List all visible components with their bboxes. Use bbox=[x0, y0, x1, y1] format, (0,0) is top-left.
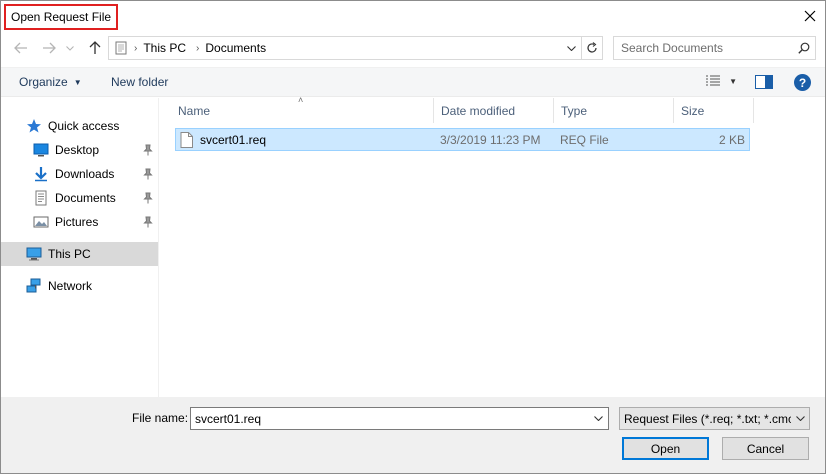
preview-pane-button[interactable] bbox=[755, 75, 773, 92]
new-folder-label: New folder bbox=[111, 75, 169, 89]
recent-locations-button[interactable] bbox=[63, 38, 77, 58]
search-box[interactable]: Search Documents bbox=[613, 36, 816, 60]
sidebar-item-label: Quick access bbox=[48, 119, 120, 133]
open-button[interactable]: Open bbox=[622, 437, 709, 460]
sidebar-item-label: Pictures bbox=[55, 215, 99, 229]
open-file-dialog: Open Request File › This PC › Documents bbox=[0, 0, 826, 474]
file-name-input[interactable]: svcert01.req bbox=[191, 412, 588, 426]
close-icon bbox=[804, 10, 816, 22]
sidebar-item-network[interactable]: Network bbox=[1, 274, 158, 298]
preview-pane-icon bbox=[755, 75, 773, 89]
sidebar-item-label: This PC bbox=[48, 247, 91, 261]
sidebar-item-desktop[interactable]: Desktop bbox=[1, 138, 158, 162]
sidebar-item-label: Network bbox=[48, 279, 93, 293]
file-name-combobox[interactable]: svcert01.req bbox=[190, 407, 609, 430]
question-mark-icon: ? bbox=[798, 75, 807, 90]
sidebar-item-downloads[interactable]: Downloads bbox=[1, 162, 158, 186]
breadcrumb-separator-icon: › bbox=[196, 42, 200, 54]
arrow-right-icon bbox=[43, 42, 56, 54]
title-bar: Open Request File bbox=[1, 1, 825, 31]
navigation-pane: Quick access Desktop Downloads Documents… bbox=[1, 98, 159, 397]
column-header-type[interactable]: Type bbox=[554, 98, 674, 123]
caret-down-icon: ▼ bbox=[73, 77, 82, 87]
file-icon bbox=[180, 129, 193, 150]
sidebar-item-label: Documents bbox=[55, 191, 116, 205]
sidebar-item-label: Downloads bbox=[55, 167, 115, 181]
chevron-down-icon bbox=[566, 45, 576, 51]
column-header-size[interactable]: Size bbox=[674, 98, 754, 123]
up-button[interactable] bbox=[85, 38, 105, 58]
network-icon bbox=[26, 278, 42, 294]
refresh-icon bbox=[587, 42, 597, 53]
file-date-cell: 3/3/2019 11:23 PM bbox=[440, 132, 541, 147]
cancel-button[interactable]: Cancel bbox=[722, 437, 809, 460]
file-name-panel: File name: svcert01.req Request Files (*… bbox=[1, 397, 825, 473]
dialog-title: Open Request File bbox=[4, 4, 119, 30]
file-type-value: Request Files (*.req; *.txt; *.cmc bbox=[624, 411, 791, 426]
star-icon bbox=[26, 118, 42, 134]
arrow-left-icon bbox=[14, 42, 27, 54]
file-name-cell: svcert01.req bbox=[200, 132, 267, 147]
new-folder-button[interactable]: New folder bbox=[111, 75, 168, 89]
breadcrumb-separator-icon: › bbox=[134, 42, 138, 54]
arrow-up-icon bbox=[89, 41, 101, 54]
pin-icon[interactable] bbox=[143, 168, 153, 183]
organize-label: Organize bbox=[19, 75, 68, 89]
sidebar-item-this-pc[interactable]: This PC bbox=[1, 242, 158, 266]
file-name-dropdown-button[interactable] bbox=[588, 416, 608, 421]
sidebar-item-label: Desktop bbox=[55, 143, 100, 157]
search-input[interactable]: Search Documents bbox=[614, 41, 793, 55]
column-header-name[interactable]: Name bbox=[171, 98, 434, 123]
column-header-date-modified[interactable]: Date modified bbox=[434, 98, 554, 123]
navigation-bar: › This PC › Documents Search Documents bbox=[1, 34, 825, 62]
documents-location-icon bbox=[115, 41, 127, 55]
address-history-button[interactable] bbox=[561, 37, 581, 59]
refresh-button[interactable] bbox=[581, 37, 602, 59]
sidebar-item-documents[interactable]: Documents bbox=[1, 186, 158, 210]
file-list: ˄ Name Date modified Type Size svcert01.… bbox=[160, 95, 825, 397]
pin-icon[interactable] bbox=[143, 144, 153, 159]
address-bar[interactable]: › This PC › Documents bbox=[108, 36, 603, 60]
file-size-cell: 2 KB bbox=[718, 132, 745, 147]
chevron-down-icon bbox=[593, 416, 603, 421]
pin-icon[interactable] bbox=[143, 216, 153, 231]
search-icon[interactable] bbox=[793, 42, 815, 54]
pictures-icon bbox=[33, 214, 49, 230]
details-view-icon bbox=[706, 75, 721, 86]
sidebar-item-quick-access[interactable]: Quick access bbox=[1, 114, 158, 138]
help-button[interactable]: ? bbox=[794, 74, 811, 91]
file-type-select[interactable]: Request Files (*.req; *.txt; *.cmc bbox=[619, 407, 810, 430]
forward-button[interactable] bbox=[39, 38, 59, 58]
chevron-down-icon bbox=[795, 416, 805, 421]
chevron-down-icon bbox=[66, 45, 74, 51]
caret-down-icon: ▼ bbox=[729, 76, 737, 86]
download-icon bbox=[33, 166, 49, 182]
breadcrumb-this-pc[interactable]: This PC bbox=[139, 41, 190, 55]
pin-icon[interactable] bbox=[143, 192, 153, 207]
change-view-button[interactable]: ▼ bbox=[705, 74, 737, 88]
sidebar-item-pictures[interactable]: Pictures bbox=[1, 210, 158, 234]
organize-button[interactable]: Organize ▼ bbox=[19, 75, 82, 89]
back-button[interactable] bbox=[11, 38, 31, 58]
file-row[interactable]: svcert01.req 3/3/2019 11:23 PM REQ File … bbox=[175, 128, 750, 151]
breadcrumb-documents[interactable]: Documents bbox=[201, 41, 270, 55]
desktop-icon bbox=[33, 142, 49, 158]
close-button[interactable] bbox=[795, 1, 825, 31]
command-bar: Organize ▼ New folder ▼ ? bbox=[1, 67, 825, 97]
file-type-dropdown-button[interactable] bbox=[791, 416, 809, 421]
file-name-label: File name: bbox=[132, 411, 189, 425]
documents-icon bbox=[33, 190, 49, 206]
file-type-cell: REQ File bbox=[560, 132, 609, 147]
computer-icon bbox=[26, 246, 42, 262]
